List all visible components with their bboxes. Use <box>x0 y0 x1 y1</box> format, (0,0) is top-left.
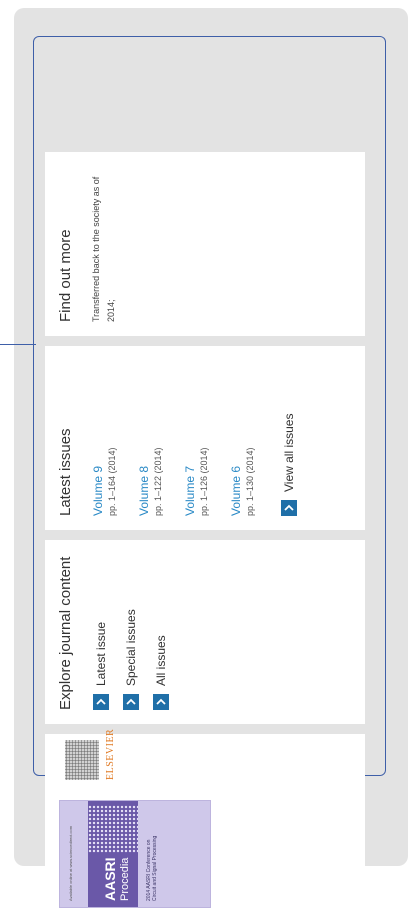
explore-heading: Explore journal content <box>57 556 74 710</box>
volume-link[interactable]: Volume 7 <box>183 466 197 516</box>
volume-pages: pp. 1–122 (2014) <box>153 447 163 516</box>
volume-pages: pp. 1–126 (2014) <box>199 447 209 516</box>
cover-top-logo: Available online at www.sciencedirect.co… <box>68 825 73 901</box>
all-issues-link[interactable]: All issues <box>153 635 169 710</box>
find-out-more-heading: Find out more <box>57 229 74 322</box>
volume-link[interactable]: Volume 9 <box>91 466 105 516</box>
link-label: Special issues <box>124 609 138 686</box>
journal-cover-image[interactable]: Available online at www.sciencedirect.co… <box>59 800 211 908</box>
latest-issue-link[interactable]: Latest issue <box>93 622 109 710</box>
volume-pages: pp. 1–164 (2014) <box>107 447 117 516</box>
special-issues-link[interactable]: Special issues <box>123 609 139 710</box>
link-label: Latest issue <box>94 621 108 686</box>
explore-card: Explore journal content Latest issue Spe… <box>45 540 365 724</box>
view-all-issues-link[interactable]: View all issues <box>281 414 297 516</box>
volume-link[interactable]: Volume 6 <box>229 466 243 516</box>
latest-issues-heading: Latest issues <box>57 428 74 516</box>
elsevier-tree-icon <box>65 740 99 780</box>
find-out-more-text: Transferred back to the society as of 20… <box>91 176 116 322</box>
chevron-right-icon <box>123 694 139 710</box>
volume-pages: pp. 1–130 (2014) <box>245 447 255 516</box>
chevron-right-icon <box>281 500 297 516</box>
chevron-right-icon <box>153 694 169 710</box>
cover-subtitle: Procedia <box>119 857 131 901</box>
elsevier-logo: ELSEVIER <box>105 728 116 780</box>
cover-title: AASRI <box>102 857 118 901</box>
link-label: All issues <box>154 635 168 686</box>
callout-line <box>0 344 36 345</box>
find-out-more-card: Find out more Transferred back to the so… <box>45 152 365 336</box>
cover-card: Available online at www.sciencedirect.co… <box>45 729 365 920</box>
chevron-right-icon <box>93 694 109 710</box>
latest-issues-card: Latest issues Volume 9 pp. 1–164 (2014) … <box>45 346 365 530</box>
link-label: View all issues <box>282 413 296 492</box>
cover-fine-print: 2014 AASRI Conference on Circuit and Sig… <box>146 835 158 901</box>
cover-pattern <box>88 805 138 853</box>
journal-info-strip: Available online at www.sciencedirect.co… <box>45 152 365 920</box>
volume-link[interactable]: Volume 8 <box>137 466 151 516</box>
